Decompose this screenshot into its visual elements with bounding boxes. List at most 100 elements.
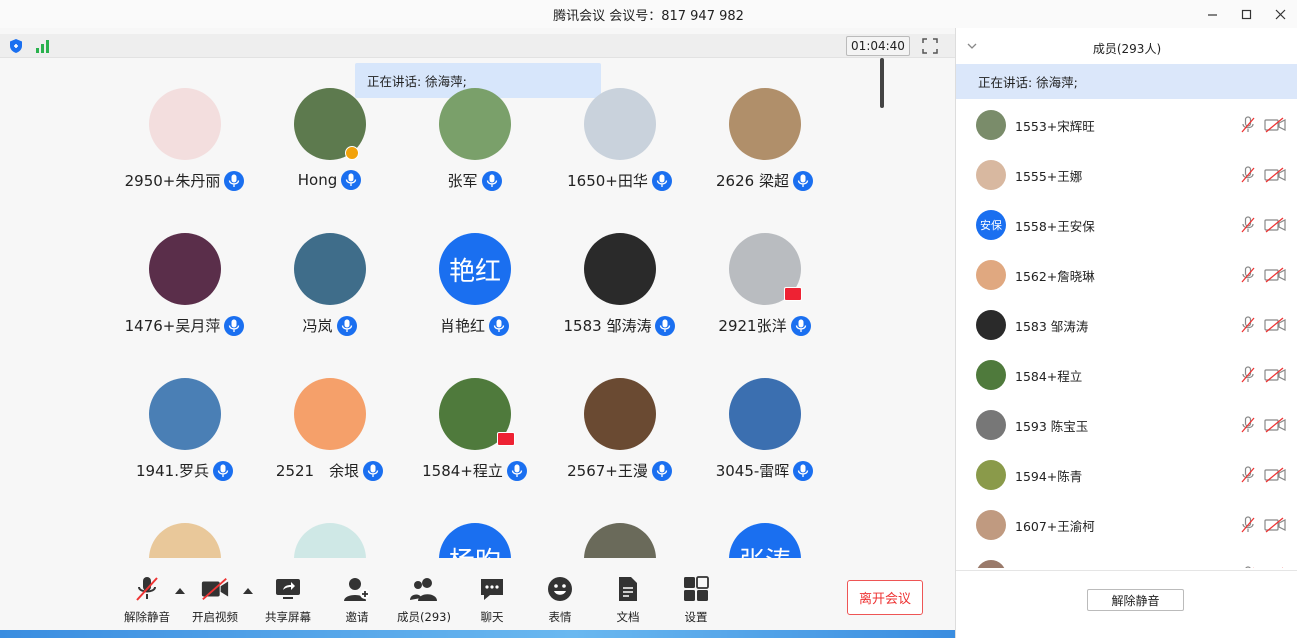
invite-button[interactable]: 邀请: [332, 574, 382, 630]
camera-off-icon[interactable]: [1264, 166, 1286, 184]
mic-muted-icon[interactable]: [1240, 216, 1256, 234]
mic-muted-icon[interactable]: [1240, 366, 1256, 384]
close-icon[interactable]: [1263, 0, 1297, 28]
camera-off-icon[interactable]: [1264, 416, 1286, 434]
security-shield-icon[interactable]: [8, 38, 24, 54]
title-bar: 腾讯会议 会议号：817 947 982: [0, 0, 1297, 28]
mic-muted-icon[interactable]: [1240, 266, 1256, 284]
mic-muted-icon[interactable]: [1240, 516, 1256, 534]
camera-off-icon[interactable]: [1264, 116, 1286, 134]
participant-label: 1584+程立: [402, 460, 547, 481]
unmute-button[interactable]: 解除静音: [122, 574, 172, 630]
participant-tile[interactable]: 艳红 肖艳红: [402, 233, 547, 353]
member-avatar: [976, 510, 1006, 540]
mic-icon: [224, 315, 245, 336]
docs-label: 文档: [616, 610, 640, 624]
docs-button[interactable]: 文档: [603, 574, 653, 630]
participant-tile[interactable]: 2921张洋: [692, 233, 837, 353]
participant-tile[interactable]: 张军: [402, 88, 547, 208]
participant-avatar: [294, 233, 366, 305]
mic-icon: [506, 460, 527, 481]
mic-muted-icon[interactable]: [1240, 566, 1256, 568]
participant-tile[interactable]: 2950+朱丹丽: [112, 88, 257, 208]
mic-icon: [481, 170, 502, 191]
participant-tile[interactable]: [547, 523, 692, 558]
camera-off-icon[interactable]: [1264, 316, 1286, 334]
mic-muted-icon[interactable]: [1240, 466, 1256, 484]
member-row[interactable]: 安保 1558+王安保: [956, 200, 1297, 250]
participant-tile[interactable]: 1941.罗兵: [112, 378, 257, 498]
member-name: 1607+王渝柯: [1015, 518, 1095, 534]
video-options-caret-icon[interactable]: [243, 588, 253, 594]
participant-name: 2521 余垠: [275, 462, 360, 480]
member-list: 1553+宋辉旺 1555+王娜 安保 1558+王安保 1562+詹晓琳 1583 邹涛…: [956, 100, 1297, 568]
participant-tile[interactable]: 张涛: [692, 523, 837, 558]
participant-tile[interactable]: 1650+田华: [547, 88, 692, 208]
mic-icon: [655, 315, 676, 336]
participant-tile[interactable]: 2521 余垠: [257, 378, 402, 498]
camera-off-icon[interactable]: [1264, 466, 1286, 484]
participant-label: 2626 梁超: [692, 170, 837, 191]
mic-icon: [651, 460, 672, 481]
participant-tile[interactable]: 2567+王漫: [547, 378, 692, 498]
signal-strength-icon[interactable]: [35, 38, 51, 54]
minimize-icon[interactable]: [1195, 0, 1229, 28]
participant-tile[interactable]: 1584+程立: [402, 378, 547, 498]
camera-off-icon[interactable]: [1264, 266, 1286, 284]
participant-tile[interactable]: [112, 523, 257, 558]
participant-avatar: 杨昀: [439, 523, 511, 558]
member-row[interactable]: 1584+程立: [956, 350, 1297, 400]
participant-tile[interactable]: 3045-雷晖: [692, 378, 837, 498]
member-row[interactable]: 1593 陈宝玉: [956, 400, 1297, 450]
participant-tile[interactable]: 2626 梁超: [692, 88, 837, 208]
members-button[interactable]: 成员(293): [396, 574, 452, 630]
reaction-button[interactable]: 表情: [535, 574, 585, 630]
unmute-all-button[interactable]: 解除静音: [1087, 589, 1184, 611]
member-name: 1593 陈宝玉: [1015, 418, 1089, 434]
mic-icon: [790, 315, 811, 336]
member-name: 1584+程立: [1015, 368, 1083, 384]
audio-options-caret-icon[interactable]: [175, 588, 185, 594]
member-row[interactable]: 1607+王渝柯: [956, 500, 1297, 550]
leave-meeting-button[interactable]: 离开会议: [847, 580, 923, 615]
gallery-scrollbar[interactable]: [880, 58, 884, 108]
participant-avatar: 艳红: [439, 233, 511, 305]
member-row[interactable]: 1594+陈青: [956, 450, 1297, 500]
chat-button[interactable]: 聊天: [467, 574, 517, 630]
mic-muted-icon[interactable]: [1240, 316, 1256, 334]
participant-tile[interactable]: 冯岚: [257, 233, 402, 353]
panel-active-speaker: 正在讲话: 徐海萍;: [956, 64, 1297, 99]
participant-tile[interactable]: 1476+吴月萍: [112, 233, 257, 353]
member-row[interactable]: 1553+宋辉旺: [956, 100, 1297, 150]
mic-muted-icon[interactable]: [1240, 166, 1256, 184]
meeting-toolbar: 解除静音 开启视频 共享屏幕 邀请 成员(293) 聊天 表情 文档 设置 离开…: [0, 568, 955, 638]
participant-tile[interactable]: [257, 523, 402, 558]
settings-button[interactable]: 设置: [671, 574, 721, 630]
participant-label: 肖艳红: [402, 315, 547, 336]
participant-tile[interactable]: Hong: [257, 88, 402, 208]
members-icon: [409, 574, 439, 604]
share-screen-button[interactable]: 共享屏幕: [263, 574, 313, 630]
participant-label: 1583 邹涛涛: [547, 315, 692, 336]
camera-off-icon[interactable]: [1264, 516, 1286, 534]
camera-off-icon[interactable]: [1264, 216, 1286, 234]
member-row[interactable]: 1562+詹晓琳: [956, 250, 1297, 300]
member-name: 1610+李茹华: [1015, 566, 1095, 569]
camera-off-icon[interactable]: [1264, 366, 1286, 384]
member-row[interactable]: 1555+王娜: [956, 150, 1297, 200]
mic-muted-icon[interactable]: [1240, 116, 1256, 134]
member-row[interactable]: 1583 邹涛涛: [956, 300, 1297, 350]
participant-label: 1650+田华: [547, 170, 692, 191]
participant-tile[interactable]: 1583 邹涛涛: [547, 233, 692, 353]
member-row[interactable]: 1610+李茹华: [956, 550, 1297, 568]
participant-avatar: [149, 233, 221, 305]
participant-tile[interactable]: 杨昀: [402, 523, 547, 558]
camera-off-icon[interactable]: [1264, 566, 1286, 568]
start-video-button[interactable]: 开启视频: [190, 574, 240, 630]
os-taskbar-strip: [0, 630, 955, 638]
fullscreen-icon[interactable]: [922, 38, 938, 54]
maximize-icon[interactable]: [1229, 0, 1263, 28]
mic-muted-icon[interactable]: [1240, 416, 1256, 434]
member-avatar: [976, 110, 1006, 140]
members-label: 成员(293): [397, 610, 451, 624]
